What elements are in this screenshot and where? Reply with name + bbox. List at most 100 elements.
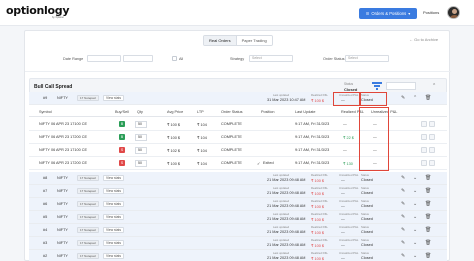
- order-symbol: NIFTY: [57, 228, 68, 232]
- strategy-status: Status Closed: [344, 82, 357, 92]
- notepad-tag: 17 Notepad: [77, 240, 99, 246]
- edit-icon[interactable]: ✎: [401, 95, 405, 101]
- row-action-button[interactable]: [429, 147, 435, 153]
- chevron-down-icon[interactable]: ⌄: [413, 188, 417, 194]
- trash-icon[interactable]: 🗑: [425, 253, 431, 259]
- row-action-button[interactable]: [421, 134, 427, 140]
- chevron-down-icon[interactable]: ⌄: [413, 214, 417, 220]
- chevron-down-icon[interactable]: ⌄: [413, 253, 417, 259]
- edit-icon[interactable]: ✎: [401, 175, 405, 181]
- list-icon: ☰: [365, 11, 370, 16]
- view-stats-button[interactable]: View stats: [103, 201, 124, 207]
- order-symbol: NIFTY: [57, 176, 68, 180]
- last-updated-value: 21 Mar 2023 09:48 AM: [267, 256, 306, 260]
- go-to-archive-link[interactable]: ← Go to Archive: [409, 37, 438, 42]
- edit-icon[interactable]: ✎: [401, 240, 405, 246]
- order-row[interactable]: #3 NIFTY 17 Notepad View stats Last updated 2…: [29, 237, 447, 250]
- order-status-select[interactable]: Select: [345, 55, 389, 62]
- tab-paper-trading[interactable]: Paper Trading: [236, 36, 272, 45]
- all-checkbox[interactable]: [172, 56, 177, 61]
- row-action-button[interactable]: [421, 147, 427, 153]
- ltp: ₹ 104: [197, 123, 207, 127]
- trash-icon[interactable]: 🗑: [425, 188, 431, 194]
- qty-input[interactable]: 50: [135, 160, 147, 167]
- last-updated-label: Last updated: [273, 199, 290, 203]
- status-label: Status: [361, 173, 369, 177]
- last-updated-label: Last updated: [273, 251, 290, 255]
- view-stats-button[interactable]: View stats: [103, 227, 124, 233]
- chevron-down-icon[interactable]: ⌄: [413, 240, 417, 246]
- order-id: #8: [43, 176, 48, 180]
- view-stats-button[interactable]: View stats: [103, 95, 124, 101]
- view-stats-button[interactable]: View stats: [103, 188, 124, 194]
- order-row[interactable]: #7 NIFTY 17 Notepad View stats Last updated 2…: [29, 185, 447, 198]
- order-row[interactable]: #5 NIFTY 17 Notepad View stats Last updated 2…: [29, 211, 447, 224]
- view-stats-button[interactable]: View stats: [103, 253, 124, 259]
- qty-input[interactable]: 50: [135, 121, 147, 128]
- edit-icon[interactable]: ✎: [401, 188, 405, 194]
- go-to-archive-label: Go to Archive: [414, 37, 439, 42]
- order-status: COMPLETE: [221, 161, 242, 165]
- realized-pl-label: Realized P&L: [311, 173, 328, 177]
- row-action-button[interactable]: [421, 160, 427, 166]
- view-stats-button[interactable]: View stats: [103, 175, 124, 181]
- view-stats-button[interactable]: View stats: [103, 214, 124, 220]
- notepad-tag: 17 Notepad: [77, 95, 99, 101]
- unrealized-pl-label: Unrealized P&L: [339, 199, 359, 203]
- leg-symbol: NIFTY 06 APR 23 17200 CE: [39, 161, 88, 165]
- trash-icon[interactable]: 🗑: [425, 201, 431, 207]
- order-row[interactable]: #8 NIFTY 17 Notepad View stats Last updated 2…: [29, 172, 447, 185]
- edit-icon[interactable]: ✎: [401, 227, 405, 233]
- tab-real-orders[interactable]: Real Orders: [204, 36, 237, 45]
- view-stats-button[interactable]: View stats: [103, 240, 124, 246]
- chevron-down-icon[interactable]: ⌄: [413, 227, 417, 233]
- col-last-update: Last Update: [295, 110, 316, 114]
- avatar[interactable]: [447, 6, 460, 19]
- chevron-up-icon[interactable]: ⌃: [432, 83, 436, 89]
- orders-positions-button[interactable]: ☰ Orders & Positions ▾: [359, 8, 417, 19]
- notepad-tag: 17 Notepad: [77, 201, 99, 207]
- strategy-field[interactable]: [386, 82, 416, 90]
- chevron-up-icon[interactable]: ⌃: [413, 95, 417, 101]
- row-action-button[interactable]: [429, 134, 435, 140]
- last-updated-label: Last updated: [273, 238, 290, 242]
- unrealized-pl-value: —: [341, 256, 345, 260]
- order-row[interactable]: #4 NIFTY 17 Notepad View stats Last updated 2…: [29, 224, 447, 237]
- edit-icon[interactable]: ✎: [401, 253, 405, 259]
- positions-link[interactable]: Positions: [423, 10, 439, 15]
- order-id: #7: [43, 189, 48, 193]
- trash-icon[interactable]: 🗑: [425, 240, 431, 246]
- chevron-down-icon[interactable]: ⌄: [413, 201, 417, 207]
- edit-icon[interactable]: ✎: [401, 214, 405, 220]
- date-range-start[interactable]: [87, 55, 121, 62]
- realized-pl: —: [343, 148, 347, 152]
- row-action-button[interactable]: [429, 121, 435, 127]
- realized-pl: ₹ 130: [343, 162, 353, 166]
- status-label: Status: [361, 238, 369, 242]
- strategy-select[interactable]: Select: [249, 55, 293, 62]
- notepad-tag: 17 Notepad: [77, 214, 99, 220]
- trash-icon[interactable]: 🗑: [425, 95, 431, 101]
- trash-icon[interactable]: 🗑: [425, 175, 431, 181]
- qty-input[interactable]: 50: [135, 147, 147, 154]
- position: Exited: [263, 161, 274, 165]
- last-updated-label: Last updated: [273, 225, 290, 229]
- qty-input[interactable]: 50: [135, 134, 147, 141]
- chevron-down-icon[interactable]: ⌄: [413, 175, 417, 181]
- status-value: Closed: [361, 204, 373, 208]
- col-qty: Qty: [137, 110, 143, 114]
- last-updated-value: 21 Mar 2023 09:48 AM: [267, 191, 306, 195]
- trash-icon[interactable]: 🗑: [425, 227, 431, 233]
- order-row[interactable]: #2 NIFTY 17 Notepad View stats Last updated 2…: [29, 250, 447, 261]
- row-action-button[interactable]: [421, 121, 427, 127]
- unrealized-pl-label: Unrealized P&L: [339, 173, 359, 177]
- order-status: COMPLETE: [221, 135, 242, 139]
- order-row[interactable]: #6 NIFTY 17 Notepad View stats Last updated 2…: [29, 198, 447, 211]
- edit-icon[interactable]: ✎: [401, 201, 405, 207]
- ltp: ₹ 104: [197, 162, 207, 166]
- row-action-button[interactable]: [429, 160, 435, 166]
- order-status: COMPLETE: [221, 148, 242, 152]
- top-bar: optionlogy by Xplanet ☰ Orders & Positio…: [0, 0, 474, 26]
- trash-icon[interactable]: 🗑: [425, 214, 431, 220]
- date-range-end[interactable]: [123, 55, 153, 62]
